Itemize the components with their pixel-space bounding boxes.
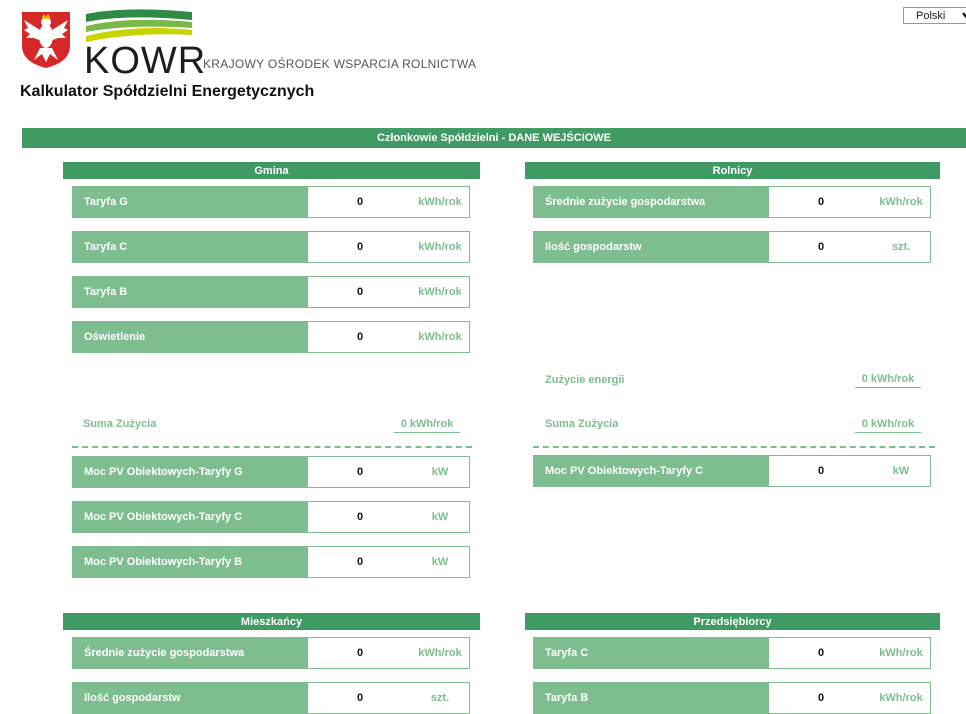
mieszkancy-ilosc-gospodarstw-input[interactable]: 0 szt. — [308, 682, 470, 714]
field-value: 0 — [356, 241, 364, 253]
rolnicy-row-ilosc: Ilość gospodarstw 0 szt. — [533, 231, 931, 263]
field-label: Moc PV Obiektowych-Taryfy C — [72, 501, 308, 533]
taryfa-g-input[interactable]: 0 kWh/rok — [308, 186, 470, 218]
coat-of-arms-icon — [20, 10, 72, 70]
przedsiebiorcy-taryfa-b-input[interactable]: 0 kWh/rok — [769, 682, 931, 714]
rolnicy-divider — [533, 446, 935, 448]
field-label: Moc PV Obiektowych-Taryfy C — [533, 455, 769, 487]
oswietlenie-input[interactable]: 0 kWh/rok — [308, 321, 470, 353]
mieszkancy-row-ilosc: Ilość gospodarstw 0 szt. — [72, 682, 470, 714]
field-value: 0 — [356, 196, 364, 208]
gmina-sum-value: 0 kWh/rok — [394, 418, 460, 433]
field-value: 0 — [817, 692, 825, 704]
field-unit: kWh/rok — [879, 692, 923, 704]
gmina-sum-label: Suma Zużycia — [83, 418, 157, 430]
page-title: Kalkulator Spółdzielni Energetycznych — [20, 83, 315, 100]
field-unit: kWh/rok — [879, 647, 923, 659]
rolnicy-srednie-zuzycie-input[interactable]: 0 kWh/rok — [769, 186, 931, 218]
field-label: Moc PV Obiektowych-Taryfy G — [72, 456, 308, 488]
gmina-row-taryfa-b: Taryfa B 0 kWh/rok — [72, 276, 470, 308]
gmina-divider — [72, 446, 472, 448]
field-value: 0 — [817, 465, 825, 477]
field-unit: kWh/rok — [418, 331, 462, 343]
field-label: Taryfa G — [72, 186, 308, 218]
field-value: 0 — [817, 196, 825, 208]
main-section-header: Członkowie Spółdzielni - DANE WEJŚCIOWE — [22, 128, 966, 148]
gmina-row-pv-c: Moc PV Obiektowych-Taryfy C 0 kW — [72, 501, 470, 533]
field-value: 0 — [356, 647, 364, 659]
taryfa-b-input[interactable]: 0 kWh/rok — [308, 276, 470, 308]
field-label: Ilość gospodarstw — [533, 231, 769, 263]
pv-taryfy-g-input[interactable]: 0 kW — [308, 456, 470, 488]
field-unit: kW — [431, 511, 449, 523]
przedsiebiorcy-section-header: Przedsiębiorcy — [525, 613, 940, 630]
field-label: Taryfa C — [72, 231, 308, 263]
gmina-row-pv-b: Moc PV Obiektowych-Taryfy B 0 kW — [72, 546, 470, 578]
mieszkancy-row-srednie: Średnie zużycie gospodarstwa 0 kWh/rok — [72, 637, 470, 669]
field-unit: kWh/rok — [879, 196, 923, 208]
chevron-down-icon — [962, 9, 966, 26]
field-value: 0 — [356, 511, 364, 523]
rolnicy-ilosc-gospodarstw-input[interactable]: 0 szt. — [769, 231, 931, 263]
pv-taryfy-c-input[interactable]: 0 kW — [308, 501, 470, 533]
field-unit: kWh/rok — [418, 241, 462, 253]
rolnicy-row-pv-c: Moc PV Obiektowych-Taryfy C 0 kW — [533, 455, 931, 487]
mieszkancy-srednie-zuzycie-input[interactable]: 0 kWh/rok — [308, 637, 470, 669]
field-label: Średnie zużycie gospodarstwa — [72, 637, 308, 669]
field-value: 0 — [356, 331, 364, 343]
taryfa-c-input[interactable]: 0 kWh/rok — [308, 231, 470, 263]
field-unit: kW — [892, 465, 910, 477]
rolnicy-pv-taryfy-c-input[interactable]: 0 kW — [769, 455, 931, 487]
field-label: Oświetlenie — [72, 321, 308, 353]
rolnicy-sum-label: Suma Zużycia — [545, 418, 619, 430]
field-value: 0 — [817, 241, 825, 253]
field-label: Taryfa C — [533, 637, 769, 669]
field-value: 0 — [356, 556, 364, 568]
przedsiebiorcy-row-taryfa-b: Taryfa B 0 kWh/rok — [533, 682, 931, 714]
field-value: 0 — [356, 286, 364, 298]
field-unit: kWh/rok — [418, 647, 462, 659]
field-value: 0 — [356, 466, 364, 478]
kowr-subtitle: KRAJOWY OŚRODEK WSPARCIA ROLNICTWA — [203, 57, 477, 71]
field-label: Ilość gospodarstw — [72, 682, 308, 714]
przedsiebiorcy-taryfa-c-input[interactable]: 0 kWh/rok — [769, 637, 931, 669]
field-unit: kW — [431, 466, 449, 478]
rolnicy-energy-value: 0 kWh/rok — [855, 373, 921, 388]
field-label: Taryfa B — [72, 276, 308, 308]
language-select[interactable]: Polski — [903, 7, 966, 24]
gmina-row-taryfa-c: Taryfa C 0 kWh/rok — [72, 231, 470, 263]
przedsiebiorcy-row-taryfa-c: Taryfa C 0 kWh/rok — [533, 637, 931, 669]
rolnicy-energy-label: Zużycie energii — [545, 374, 625, 386]
field-unit: kW — [431, 556, 449, 568]
field-label: Moc PV Obiektowych-Taryfy B — [72, 546, 308, 578]
field-unit: szt. — [430, 692, 450, 704]
gmina-row-oswietlenie: Oświetlenie 0 kWh/rok — [72, 321, 470, 353]
gmina-row-pv-g: Moc PV Obiektowych-Taryfy G 0 kW — [72, 456, 470, 488]
field-unit: kWh/rok — [418, 196, 462, 208]
rolnicy-section-header: Rolnicy — [525, 162, 940, 179]
gmina-row-taryfa-g: Taryfa G 0 kWh/rok — [72, 186, 470, 218]
gmina-section-header: Gmina — [63, 162, 480, 179]
rolnicy-row-srednie: Średnie zużycie gospodarstwa 0 kWh/rok — [533, 186, 931, 218]
field-value: 0 — [356, 692, 364, 704]
mieszkancy-section-header: Mieszkańcy — [63, 613, 480, 630]
field-label: Taryfa B — [533, 682, 769, 714]
pv-taryfy-b-input[interactable]: 0 kW — [308, 546, 470, 578]
field-value: 0 — [817, 647, 825, 659]
kowr-logo-text: KOWR — [84, 40, 207, 82]
field-unit: szt. — [891, 241, 911, 253]
field-unit: kWh/rok — [418, 286, 462, 298]
field-label: Średnie zużycie gospodarstwa — [533, 186, 769, 218]
language-value: Polski — [916, 9, 946, 22]
rolnicy-sum-value: 0 kWh/rok — [855, 418, 921, 433]
